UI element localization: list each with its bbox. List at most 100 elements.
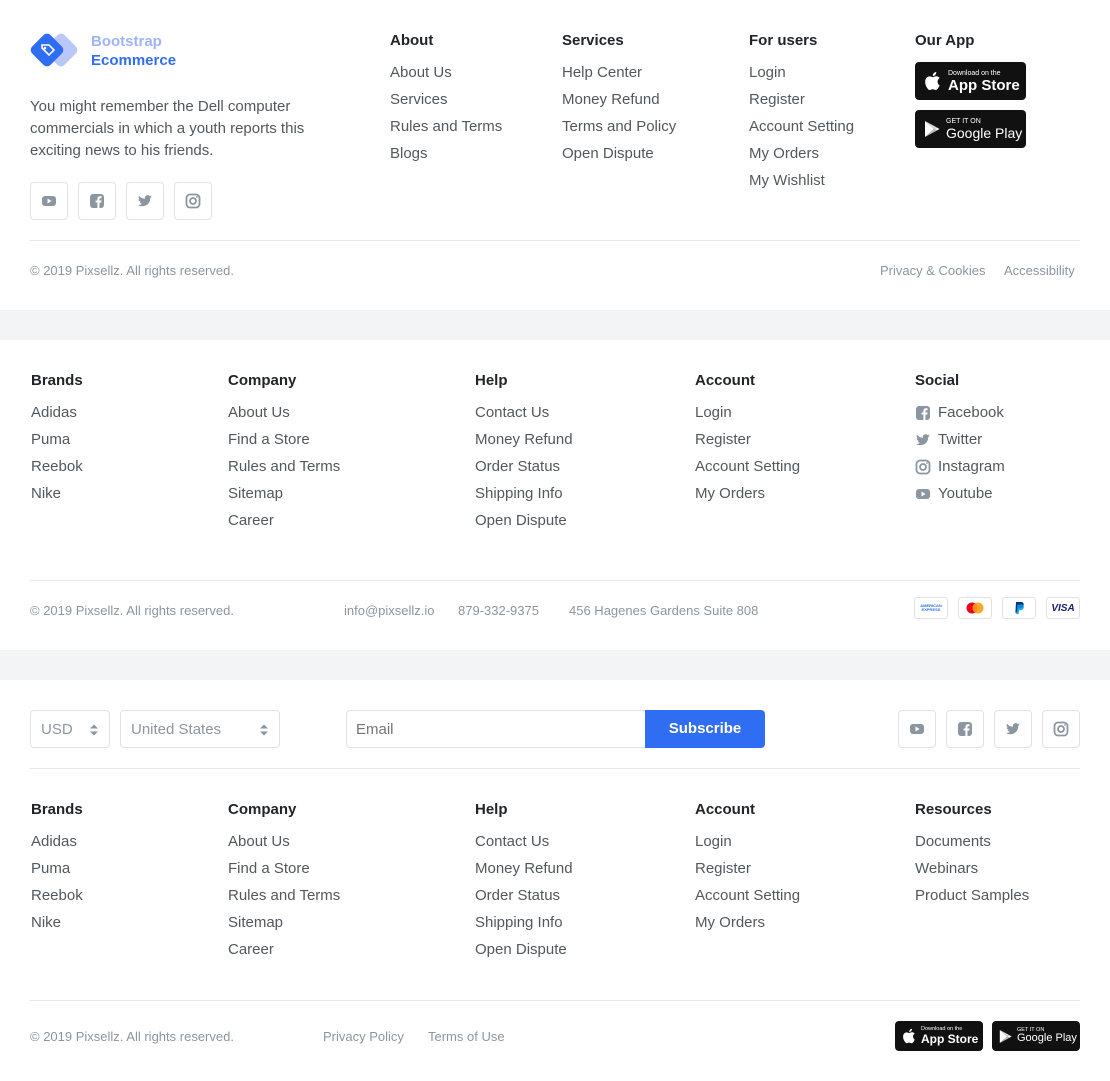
link-register[interactable]: Register xyxy=(695,431,751,449)
instagram-button[interactable] xyxy=(174,182,212,220)
link-sitemap[interactable]: Sitemap xyxy=(228,485,283,503)
link-services[interactable]: Services xyxy=(390,91,448,109)
column-heading: Account xyxy=(695,801,755,818)
footer-column-help: Help Contact Us Money Refund Order Statu… xyxy=(475,372,573,529)
link-my-orders[interactable]: My Orders xyxy=(695,485,765,503)
divider xyxy=(30,240,1080,241)
link-reebok[interactable]: Reebok xyxy=(31,887,83,905)
twitter-button[interactable] xyxy=(126,182,164,220)
link-nike[interactable]: Nike xyxy=(31,485,61,503)
link-order-status[interactable]: Order Status xyxy=(475,458,560,476)
link-login[interactable]: Login xyxy=(695,404,732,422)
twitter-button[interactable] xyxy=(994,710,1032,748)
link-shipping-info[interactable]: Shipping Info xyxy=(475,914,563,932)
link-find-a-store[interactable]: Find a Store xyxy=(228,431,310,449)
link-rules-and-terms[interactable]: Rules and Terms xyxy=(228,887,340,905)
facebook-button[interactable] xyxy=(78,182,116,220)
link-about-us[interactable]: About Us xyxy=(228,833,290,851)
currency-select[interactable]: USD xyxy=(30,710,110,748)
facebook-button[interactable] xyxy=(946,710,984,748)
link-about-us[interactable]: About Us xyxy=(390,64,452,82)
youtube-button[interactable] xyxy=(30,182,68,220)
link-puma[interactable]: Puma xyxy=(31,860,70,878)
contact-email[interactable]: info@pixsellz.io xyxy=(344,603,435,618)
brand-logo[interactable]: Bootstrap Ecommerce xyxy=(30,31,190,75)
link-terms-and-policy[interactable]: Terms and Policy xyxy=(562,118,676,136)
link-account-setting[interactable]: Account Setting xyxy=(695,887,800,905)
link-career[interactable]: Career xyxy=(228,512,274,530)
column-heading: Account xyxy=(695,372,755,389)
youtube-button[interactable] xyxy=(898,710,936,748)
link-money-refund[interactable]: Money Refund xyxy=(562,91,660,109)
link-order-status[interactable]: Order Status xyxy=(475,887,560,905)
link-product-samples[interactable]: Product Samples xyxy=(915,887,1029,905)
link-open-dispute[interactable]: Open Dispute xyxy=(475,512,567,530)
link-career[interactable]: Career xyxy=(228,941,274,959)
link-privacy-cookies[interactable]: Privacy & Cookies xyxy=(880,263,985,278)
link-terms-of-use[interactable]: Terms of Use xyxy=(428,1029,505,1044)
link-twitter[interactable]: Twitter xyxy=(915,431,982,449)
link-contact-us[interactable]: Contact Us xyxy=(475,833,549,851)
link-open-dispute[interactable]: Open Dispute xyxy=(475,941,567,959)
contact-phone[interactable]: 879-332-9375 xyxy=(458,603,539,618)
link-my-wishlist[interactable]: My Wishlist xyxy=(749,172,825,190)
link-login[interactable]: Login xyxy=(749,64,786,82)
link-nike[interactable]: Nike xyxy=(31,914,61,932)
link-accessibility[interactable]: Accessibility xyxy=(1004,263,1075,278)
copyright: © 2019 Pixsellz. All rights reserved. xyxy=(30,1029,234,1044)
link-documents[interactable]: Documents xyxy=(915,833,991,851)
link-instagram[interactable]: Instagram xyxy=(915,458,1005,476)
app-store-small-text: Download on the xyxy=(948,69,1001,77)
copyright: © 2019 Pixsellz. All rights reserved. xyxy=(30,263,234,278)
link-privacy-policy[interactable]: Privacy Policy xyxy=(323,1029,404,1044)
country-select[interactable]: United States xyxy=(120,710,280,748)
link-register[interactable]: Register xyxy=(695,860,751,878)
google-play-button[interactable]: GET IT ON Google Play xyxy=(992,1021,1080,1051)
app-store-button[interactable]: Download on the App Store xyxy=(915,62,1026,100)
link-rules-and-terms[interactable]: Rules and Terms xyxy=(228,458,340,476)
app-heading: Our App xyxy=(915,32,975,49)
link-help-center[interactable]: Help Center xyxy=(562,64,642,82)
instagram-icon xyxy=(1053,721,1069,737)
column-heading: Resources xyxy=(915,801,992,818)
footer-variant-1: Bootstrap Ecommerce You might remember t… xyxy=(0,0,1110,310)
youtube-icon xyxy=(42,196,56,206)
link-register[interactable]: Register xyxy=(749,91,805,109)
link-contact-us[interactable]: Contact Us xyxy=(475,404,549,422)
copyright: © 2019 Pixsellz. All rights reserved. xyxy=(30,603,234,618)
link-shipping-info[interactable]: Shipping Info xyxy=(475,485,563,503)
subscribe-button[interactable]: Subscribe xyxy=(645,710,765,748)
link-sitemap[interactable]: Sitemap xyxy=(228,914,283,932)
link-webinars[interactable]: Webinars xyxy=(915,860,978,878)
link-my-orders[interactable]: My Orders xyxy=(695,914,765,932)
link-about-us[interactable]: About Us xyxy=(228,404,290,422)
email-input[interactable] xyxy=(346,710,646,748)
link-login[interactable]: Login xyxy=(695,833,732,851)
link-find-a-store[interactable]: Find a Store xyxy=(228,860,310,878)
facebook-icon xyxy=(916,406,930,420)
link-adidas[interactable]: Adidas xyxy=(31,404,77,422)
link-adidas[interactable]: Adidas xyxy=(31,833,77,851)
apple-icon xyxy=(925,72,940,90)
link-open-dispute[interactable]: Open Dispute xyxy=(562,145,654,163)
link-money-refund[interactable]: Money Refund xyxy=(475,860,573,878)
link-blogs[interactable]: Blogs xyxy=(390,145,428,163)
facebook-icon xyxy=(90,194,104,208)
google-play-button[interactable]: GET IT ON Google Play xyxy=(915,110,1026,148)
app-store-button[interactable]: Download on the App Store xyxy=(895,1021,983,1051)
link-account-setting[interactable]: Account Setting xyxy=(695,458,800,476)
link-reebok[interactable]: Reebok xyxy=(31,458,83,476)
link-rules-and-terms[interactable]: Rules and Terms xyxy=(390,118,502,136)
link-account-setting[interactable]: Account Setting xyxy=(749,118,854,136)
footer-variant-3: USD United States Subscribe Brands Adida… xyxy=(0,680,1110,1081)
instagram-button[interactable] xyxy=(1042,710,1080,748)
link-my-orders[interactable]: My Orders xyxy=(749,145,819,163)
country-value: United States xyxy=(131,721,222,738)
column-heading: Help xyxy=(475,372,508,389)
link-puma[interactable]: Puma xyxy=(31,431,70,449)
footer-column-about: About About Us Services Rules and Terms … xyxy=(390,32,502,162)
link-money-refund[interactable]: Money Refund xyxy=(475,431,573,449)
brand-name-top: Bootstrap xyxy=(91,33,162,50)
link-youtube[interactable]: Youtube xyxy=(915,485,993,503)
link-facebook[interactable]: Facebook xyxy=(915,404,1004,422)
